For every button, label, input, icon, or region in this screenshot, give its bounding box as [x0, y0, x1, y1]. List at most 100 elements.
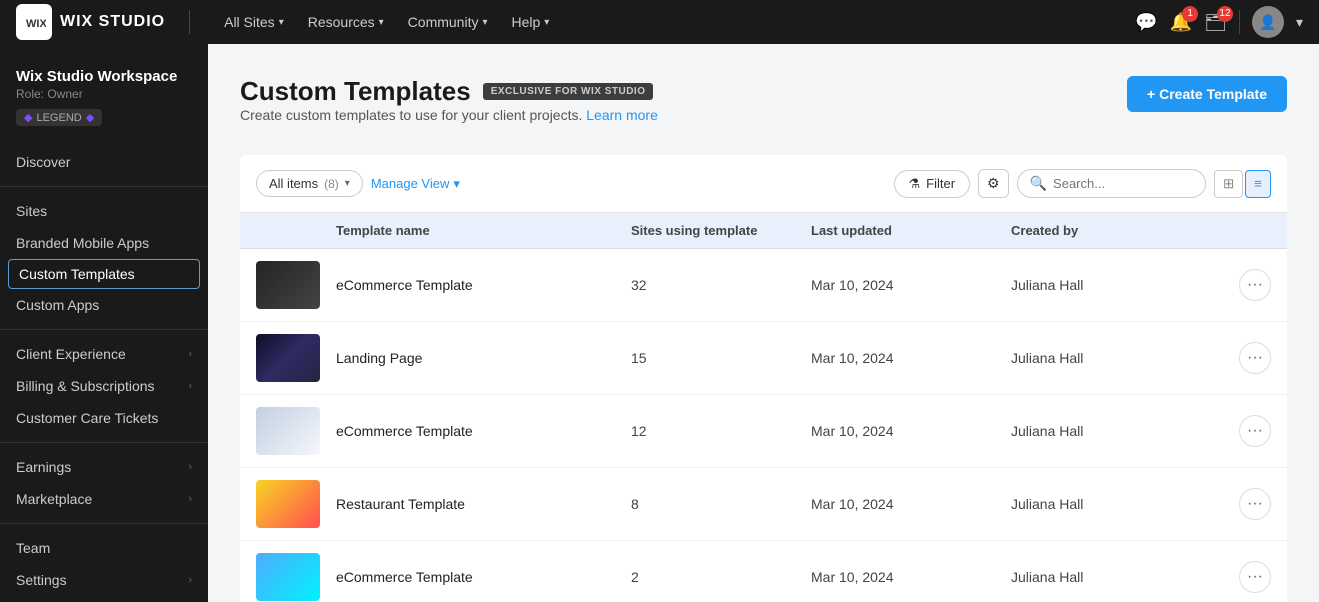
- wix-studio-text: WIX STUDIO: [60, 13, 165, 31]
- exclusive-badge: EXCLUSIVE FOR WIX STUDIO: [483, 83, 654, 100]
- list-view-button[interactable]: ≡: [1245, 170, 1271, 198]
- grid-view-button[interactable]: ⊞: [1214, 170, 1243, 198]
- row-actions: ···: [1211, 415, 1271, 447]
- data-table: eCommerce Template 32 Mar 10, 2024 Julia…: [240, 249, 1287, 602]
- sidebar-item-custom-templates[interactable]: Custom Templates: [8, 259, 200, 289]
- last-updated-cell: Mar 10, 2024: [811, 496, 1011, 512]
- nav-right-icons: 💬 🔔 1 🗂 12 👤 ▾: [1135, 6, 1303, 38]
- right-divider: [1239, 10, 1240, 34]
- app-layout: Wix Studio Workspace Role: Owner ◆ LEGEN…: [0, 44, 1319, 602]
- learn-more-link[interactable]: Learn more: [586, 107, 658, 123]
- avatar-chevron-icon[interactable]: ▾: [1296, 14, 1303, 31]
- created-by-cell: Juliana Hall: [1011, 350, 1211, 366]
- sidebar-divider: [0, 186, 208, 187]
- page-title-group: Custom Templates EXCLUSIVE FOR WIX STUDI…: [240, 76, 658, 147]
- thumb-image: [256, 480, 320, 528]
- search-input-wrap[interactable]: 🔍: [1017, 169, 1206, 198]
- table-row: eCommerce Template 32 Mar 10, 2024 Julia…: [240, 249, 1287, 322]
- template-name-cell: eCommerce Template: [336, 277, 631, 293]
- more-options-button[interactable]: ···: [1239, 342, 1271, 374]
- chevron-down-icon: ▾: [345, 178, 350, 189]
- chevron-down-icon: ▾: [379, 17, 384, 28]
- sidebar-divider-3: [0, 442, 208, 443]
- sidebar-item-discover[interactable]: Discover: [0, 146, 208, 178]
- sort-icon-button[interactable]: ⚙: [978, 169, 1009, 198]
- row-actions: ···: [1211, 342, 1271, 374]
- chat-icon[interactable]: 💬: [1135, 12, 1157, 33]
- nav-links: All Sites ▾ Resources ▾ Community ▾ Help…: [214, 8, 1111, 36]
- chevron-down-icon: ▾: [279, 17, 284, 28]
- created-by-cell: Juliana Hall: [1011, 277, 1211, 293]
- filter-button[interactable]: ⚗ Filter: [894, 170, 971, 198]
- table-header: Template name Sites using template Last …: [240, 213, 1287, 249]
- thumb-image: [256, 407, 320, 455]
- template-name-cell: Restaurant Template: [336, 496, 631, 512]
- more-options-button[interactable]: ···: [1239, 488, 1271, 520]
- chevron-down-icon: ▾: [482, 17, 487, 28]
- sidebar-item-client-experience[interactable]: Client Experience ›: [0, 338, 208, 370]
- created-by-cell: Juliana Hall: [1011, 496, 1211, 512]
- sidebar-item-custom-apps[interactable]: Custom Apps: [0, 289, 208, 321]
- last-updated-cell: Mar 10, 2024: [811, 423, 1011, 439]
- sidebar-item-sites[interactable]: Sites: [0, 195, 208, 227]
- more-options-button[interactable]: ···: [1239, 561, 1271, 593]
- filter-icon: ⚗: [909, 176, 921, 192]
- template-thumbnail: [256, 261, 336, 309]
- sidebar-item-billing-subscriptions[interactable]: Billing & Subscriptions ›: [0, 370, 208, 402]
- sidebar-item-marketplace[interactable]: Marketplace ›: [0, 483, 208, 515]
- thumb-image: [256, 261, 320, 309]
- template-thumbnail: [256, 407, 336, 455]
- sidebar-item-team[interactable]: Team: [0, 532, 208, 564]
- template-name-cell: eCommerce Template: [336, 569, 631, 585]
- sidebar-item-settings[interactable]: Settings ›: [0, 564, 208, 596]
- created-by-cell: Juliana Hall: [1011, 569, 1211, 585]
- help-nav[interactable]: Help ▾: [502, 8, 560, 36]
- manage-view-button[interactable]: Manage View ▾: [371, 176, 460, 192]
- sort-icon: ⚙: [987, 175, 1000, 191]
- chevron-right-icon: ›: [188, 574, 192, 586]
- view-toggle: ⊞ ≡: [1214, 170, 1271, 198]
- nav-divider: [189, 10, 190, 34]
- notification-icon[interactable]: 🔔 1: [1170, 12, 1192, 33]
- logo-group[interactable]: WIX WIX STUDIO: [16, 4, 165, 40]
- table-row: eCommerce Template 12 Mar 10, 2024 Julia…: [240, 395, 1287, 468]
- chevron-down-icon: ▾: [453, 176, 460, 192]
- chevron-down-icon: ▾: [544, 17, 549, 28]
- template-thumbnail: [256, 480, 336, 528]
- sites-using-cell: 12: [631, 423, 811, 439]
- page-title: Custom Templates: [240, 76, 471, 107]
- diamond-icon: ◆: [24, 111, 32, 124]
- inbox-badge: 12: [1217, 6, 1233, 22]
- sidebar-divider-4: [0, 523, 208, 524]
- thumb-image: [256, 334, 320, 382]
- workspace-role: Role: Owner: [16, 87, 192, 101]
- last-updated-cell: Mar 10, 2024: [811, 569, 1011, 585]
- more-options-button[interactable]: ···: [1239, 415, 1271, 447]
- sidebar-divider-2: [0, 329, 208, 330]
- inbox-icon[interactable]: 🗂 12: [1204, 12, 1227, 33]
- resources-nav[interactable]: Resources ▾: [298, 8, 394, 36]
- create-template-button[interactable]: + Create Template: [1127, 76, 1287, 112]
- top-navigation: WIX WIX STUDIO All Sites ▾ Resources ▾ C…: [0, 0, 1319, 44]
- user-avatar[interactable]: 👤: [1252, 6, 1284, 38]
- sites-using-cell: 8: [631, 496, 811, 512]
- legend-badge: ◆ LEGEND ◆: [16, 109, 102, 126]
- sidebar-item-branded-mobile-apps[interactable]: Branded Mobile Apps: [0, 227, 208, 259]
- community-nav[interactable]: Community ▾: [398, 8, 498, 36]
- page-subtitle: Create custom templates to use for your …: [240, 107, 658, 123]
- table-row: Restaurant Template 8 Mar 10, 2024 Julia…: [240, 468, 1287, 541]
- all-items-dropdown[interactable]: All items (8) ▾: [256, 170, 363, 197]
- col-last-updated: Last updated: [811, 223, 1011, 238]
- main-content: Custom Templates EXCLUSIVE FOR WIX STUDI…: [208, 44, 1319, 602]
- sidebar-item-customer-care[interactable]: Customer Care Tickets: [0, 402, 208, 434]
- sites-using-cell: 2: [631, 569, 811, 585]
- row-actions: ···: [1211, 269, 1271, 301]
- more-options-button[interactable]: ···: [1239, 269, 1271, 301]
- all-sites-nav[interactable]: All Sites ▾: [214, 8, 294, 36]
- table-row: Landing Page 15 Mar 10, 2024 Juliana Hal…: [240, 322, 1287, 395]
- search-input[interactable]: [1053, 176, 1193, 191]
- sidebar-item-earnings[interactable]: Earnings ›: [0, 451, 208, 483]
- svg-text:WIX: WIX: [26, 18, 46, 30]
- template-name-cell: Landing Page: [336, 350, 631, 366]
- chevron-right-icon: ›: [188, 461, 192, 473]
